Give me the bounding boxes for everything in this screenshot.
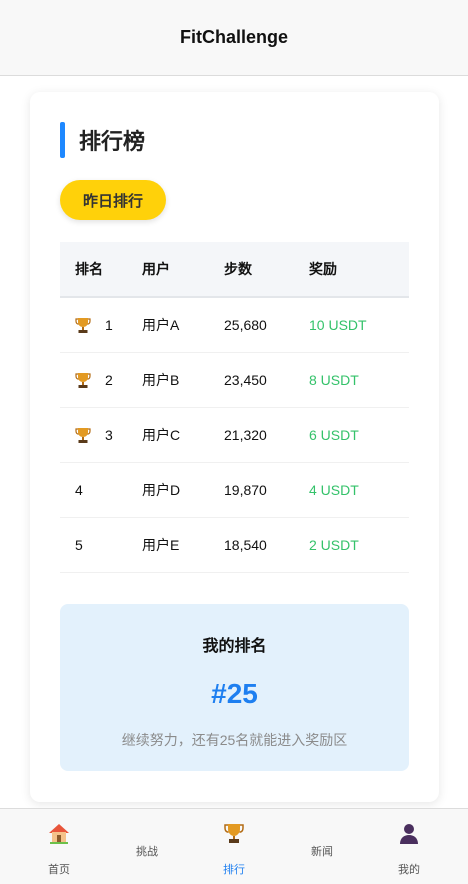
rank-cell: 1: [60, 316, 142, 334]
table-header: 排名 用户 步数 奖励: [60, 242, 409, 298]
steps-cell: 21,320: [224, 427, 267, 443]
column-header-user: 用户: [142, 261, 170, 277]
rank-value: 5: [75, 537, 83, 553]
trophy-icon: [75, 318, 91, 333]
reward-cell: 6 USDT: [309, 427, 359, 443]
leaderboard-card: 排行榜 昨日排行 排名 用户 步数 奖励 1 用户A 25,680 10 USD…: [30, 92, 439, 802]
tab-label: 排行: [223, 864, 245, 876]
my-rank-hint: 继续努力，还有25名就能进入奖励区: [121, 732, 348, 748]
rank-cell: 3: [60, 426, 142, 444]
user-cell: 用户E: [142, 537, 180, 553]
reward-cell: 10 USDT: [309, 317, 367, 333]
tab-mine[interactable]: 我的: [362, 809, 456, 884]
column-header-reward: 奖励: [309, 261, 337, 277]
table-row: 3 用户C 21,320 6 USDT: [60, 408, 409, 463]
rank-value: 3: [105, 427, 113, 443]
my-rank-label: 我的排名: [202, 638, 267, 655]
rank-value: 2: [105, 372, 113, 388]
user-cell: 用户A: [142, 317, 180, 333]
reward-cell: 4 USDT: [309, 482, 359, 498]
column-header-rank: 排名: [75, 261, 103, 277]
user-cell: 用户B: [142, 372, 180, 388]
user-cell: 用户C: [142, 427, 181, 443]
my-rank-panel: 我的排名 #25 继续努力，还有25名就能进入奖励区: [60, 604, 409, 771]
tab-news[interactable]: 新闻: [275, 809, 369, 884]
steps-cell: 23,450: [224, 372, 267, 388]
tab-home[interactable]: 首页: [12, 809, 106, 884]
reward-cell: 8 USDT: [309, 372, 359, 388]
user-icon: [400, 824, 418, 844]
home-icon: [49, 824, 69, 844]
app-title: FitChallenge: [179, 27, 288, 47]
table-row: 2 用户B 23,450 8 USDT: [60, 353, 409, 408]
reward-cell: 2 USDT: [309, 537, 359, 553]
tab-label: 我的: [398, 864, 420, 876]
tab-label: 首页: [48, 864, 70, 876]
trophy-icon: [75, 428, 91, 443]
rank-cell: 4: [60, 482, 142, 498]
title-accent-bar: [60, 122, 65, 158]
steps-cell: 25,680: [224, 317, 267, 333]
rank-value: 1: [105, 317, 113, 333]
leaderboard-table: 排名 用户 步数 奖励 1 用户A 25,680 10 USDT 2 用户B 2…: [60, 242, 409, 573]
tab-challenge[interactable]: 挑战: [100, 809, 194, 884]
trophy-icon: [224, 824, 244, 843]
my-rank-value: #25: [211, 678, 258, 709]
app-header: FitChallenge: [0, 0, 468, 76]
table-row: 5 用户E 18,540 2 USDT: [60, 518, 409, 573]
table-row: 4 用户D 19,870 4 USDT: [60, 463, 409, 518]
steps-cell: 19,870: [224, 482, 267, 498]
rank-cell: 5: [60, 537, 142, 553]
section-header: 排行榜: [60, 122, 145, 158]
table-row: 1 用户A 25,680 10 USDT: [60, 298, 409, 353]
yesterday-ranking-button[interactable]: 昨日排行: [60, 180, 166, 220]
tab-label: 挑战: [136, 846, 158, 858]
tab-ranking[interactable]: 排行: [187, 809, 281, 884]
rank-value: 4: [75, 482, 83, 498]
tab-label: 新闻: [311, 846, 333, 858]
column-header-steps: 步数: [224, 261, 252, 277]
user-cell: 用户D: [142, 482, 181, 498]
bottom-tab-bar: 首页 挑战 排行 新闻 我的: [0, 808, 468, 884]
section-title: 排行榜: [79, 129, 146, 154]
steps-cell: 18,540: [224, 537, 267, 553]
rank-cell: 2: [60, 371, 142, 389]
trophy-icon: [75, 373, 91, 388]
